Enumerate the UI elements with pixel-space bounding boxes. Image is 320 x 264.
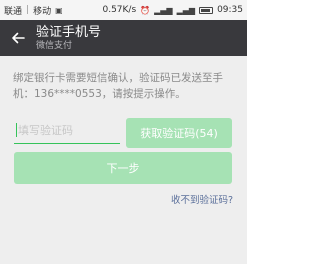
main-content: 绑定银行卡需要短信确认，验证码已发送至手机：136****0553，请按提示操作… xyxy=(0,56,247,264)
no-code-link[interactable]: 收不到验证码? xyxy=(171,192,233,206)
signal-icon: ▂▄▆ xyxy=(154,5,173,15)
battery-icon xyxy=(199,6,214,14)
next-button[interactable]: 下一步 xyxy=(14,152,232,184)
get-code-button[interactable]: 获取验证码(54) xyxy=(126,118,232,148)
page-title: 验证手机号 xyxy=(36,24,102,40)
status-left: 联通 | 移动 ▣ xyxy=(4,4,63,17)
status-bar: 联通 | 移动 ▣ 0.57K/s ⏰ ▂▄▆ ▂▄▆ 09:35 xyxy=(0,0,247,20)
clock: 09:35 xyxy=(217,5,243,15)
network-label: 移动 xyxy=(33,6,52,17)
page-subtitle: 微信支付 xyxy=(36,40,73,51)
alarm-icon: ⏰ xyxy=(140,5,151,15)
status-divider: | xyxy=(26,5,30,15)
carrier-label: 联通 xyxy=(4,6,23,17)
arrow-left-icon xyxy=(12,32,25,44)
verification-code-input[interactable] xyxy=(14,118,120,144)
title-block: 验证手机号 微信支付 xyxy=(36,25,101,52)
app-bar: 验证手机号 微信支付 xyxy=(0,20,247,56)
text-cursor xyxy=(16,123,17,137)
status-right: 0.57K/s ⏰ ▂▄▆ ▂▄▆ 09:35 xyxy=(102,5,243,15)
signal-icon-2: ▂▄▆ xyxy=(176,5,196,15)
network-speed: 0.57K/s xyxy=(102,5,137,15)
back-button[interactable] xyxy=(0,20,36,56)
image-icon: ▣ xyxy=(55,5,63,15)
description-text: 绑定银行卡需要短信确认，验证码已发送至手机：136****0553，请按提示操作… xyxy=(13,72,223,100)
